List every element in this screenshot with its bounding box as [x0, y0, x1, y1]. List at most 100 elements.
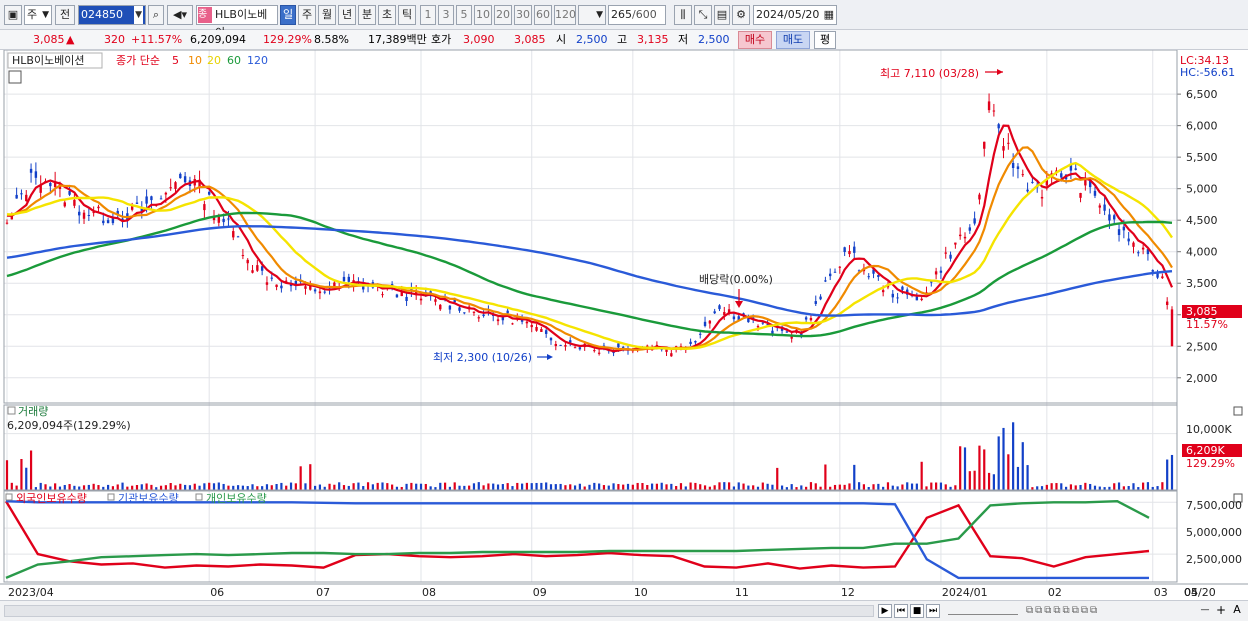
volume-bar [1055, 483, 1058, 490]
candle-body [1079, 192, 1082, 198]
volume-bar [352, 483, 355, 490]
candle-body [304, 286, 307, 289]
volume-bar [665, 484, 668, 490]
minute-5[interactable]: 5 [456, 5, 472, 25]
volume-bar [10, 482, 13, 490]
volume-bar [410, 482, 413, 490]
volume-bar [732, 486, 736, 490]
period-type-select[interactable]: 주 ▼ [24, 5, 52, 25]
candle-body [1141, 247, 1145, 250]
trade-value: 17,389백만 [368, 33, 427, 46]
candle-body [968, 227, 972, 231]
volume-bar [814, 483, 817, 490]
candle-body [559, 344, 562, 346]
play-icon[interactable]: ▶ [878, 604, 892, 618]
chart-tool-icons[interactable]: ⧉⧉⧉⧉⧉⧉⧉⧉ [1026, 605, 1196, 617]
last-price-label: 3,085 [1186, 305, 1218, 318]
candle-body [246, 259, 249, 264]
volume-bar [188, 485, 192, 490]
volume-bar [684, 486, 687, 490]
interval-year[interactable]: 년 [338, 5, 356, 25]
window-menu-icon[interactable]: ▣ [4, 5, 22, 25]
volume-bar [82, 485, 86, 490]
interval-week[interactable]: 주 [298, 5, 316, 25]
volume-bar [978, 445, 981, 490]
first-icon[interactable]: ⏮ [894, 604, 908, 618]
volume-bar [573, 485, 577, 490]
minute-10[interactable]: 10 [474, 5, 492, 25]
table-toggle-icon[interactable] [8, 70, 22, 84]
volume-bar [1089, 483, 1092, 490]
interval-minute[interactable]: 분 [358, 5, 376, 25]
volume-bar [313, 485, 317, 490]
prev-button[interactable]: 전 [55, 5, 75, 25]
current-price: 3,085 [33, 33, 65, 46]
last-icon[interactable]: ⏭ [926, 604, 940, 618]
chart-scrollbar[interactable] [4, 605, 874, 617]
candle-body [405, 296, 408, 301]
volume-bar [607, 485, 610, 490]
candle-body [227, 218, 230, 220]
save-icon[interactable]: ▤ [714, 5, 730, 25]
volume-bar [193, 483, 196, 490]
minute-3[interactable]: 3 [438, 5, 454, 25]
minus-icon[interactable]: — [1198, 604, 1212, 618]
plus-icon[interactable]: + [1214, 604, 1228, 618]
candle-body [853, 246, 856, 253]
candle-body [954, 242, 957, 245]
candle-body [260, 266, 264, 271]
legend-ma5: 5 [172, 54, 179, 67]
volume-bar [516, 482, 519, 490]
minute-1[interactable]: 1 [420, 5, 436, 25]
interval-day[interactable]: 일 [280, 5, 296, 25]
volume-bar [496, 484, 500, 490]
volume-bar [910, 483, 914, 490]
stock-code-input[interactable]: 024850 ▼ [78, 5, 146, 25]
candle-body [477, 317, 480, 319]
sell-button[interactable]: 매도 [776, 31, 810, 49]
date-input[interactable]: 2024/05/20 ▦ [753, 5, 837, 25]
a-icon[interactable]: A [1230, 604, 1244, 618]
custom-interval-select[interactable]: ▼ [578, 5, 606, 25]
interval-tick[interactable]: 틱 [398, 5, 416, 25]
x-tick-label: 05/20 [1184, 586, 1216, 599]
count-input[interactable]: 265/600 [608, 5, 666, 25]
minute-20[interactable]: 20 [494, 5, 512, 25]
flat-button[interactable]: 평 [814, 31, 836, 49]
stop-icon[interactable]: ■ [910, 604, 924, 618]
candle-body [275, 284, 278, 288]
candle-body [535, 327, 538, 331]
candle-body [1093, 190, 1097, 196]
candle-body [756, 326, 760, 328]
calendar-icon[interactable]: ▦ [824, 6, 834, 24]
volume-value-label: 6,209,094주(129.29%) [7, 419, 131, 432]
top-toolbar: ▣ 주▼ 전 024850▼ ⌕ ◀▾ 종HLB이노베이 일 주 월 년 분 초… [0, 0, 1248, 39]
minute-120[interactable]: 120 [554, 5, 576, 25]
individual-legend: 개인보유수량 [206, 492, 267, 505]
sound-icon[interactable]: ◀▾ [167, 5, 193, 25]
minute-30[interactable]: 30 [514, 5, 532, 25]
volume-bar [886, 482, 890, 490]
search-icon[interactable]: ⌕ [148, 5, 164, 25]
draw-tool-icon[interactable]: ⤡ [694, 5, 712, 25]
candle-body [318, 291, 322, 294]
gear-icon[interactable]: ⚙ [732, 5, 750, 25]
change-value: 320 [104, 33, 125, 46]
buy-button[interactable]: 매수 [738, 31, 772, 49]
volume-bar [660, 482, 663, 490]
volume-bar [391, 484, 394, 490]
minute-60[interactable]: 60 [534, 5, 552, 25]
volume-close-icon[interactable] [1233, 406, 1243, 416]
interval-second[interactable]: 초 [378, 5, 396, 25]
interval-month[interactable]: 월 [318, 5, 336, 25]
candle-body [564, 345, 567, 347]
candle-type-icon[interactable]: ⫼ [674, 5, 692, 25]
candle-body [34, 171, 38, 178]
candle-body [251, 270, 254, 273]
stock-name-field[interactable]: 종HLB이노베이 [196, 5, 278, 39]
volume-bar [150, 484, 153, 490]
volume-bar [511, 486, 514, 490]
volume-bar [63, 485, 66, 490]
candle-body [958, 234, 962, 237]
zoom-slider[interactable] [948, 607, 1018, 615]
